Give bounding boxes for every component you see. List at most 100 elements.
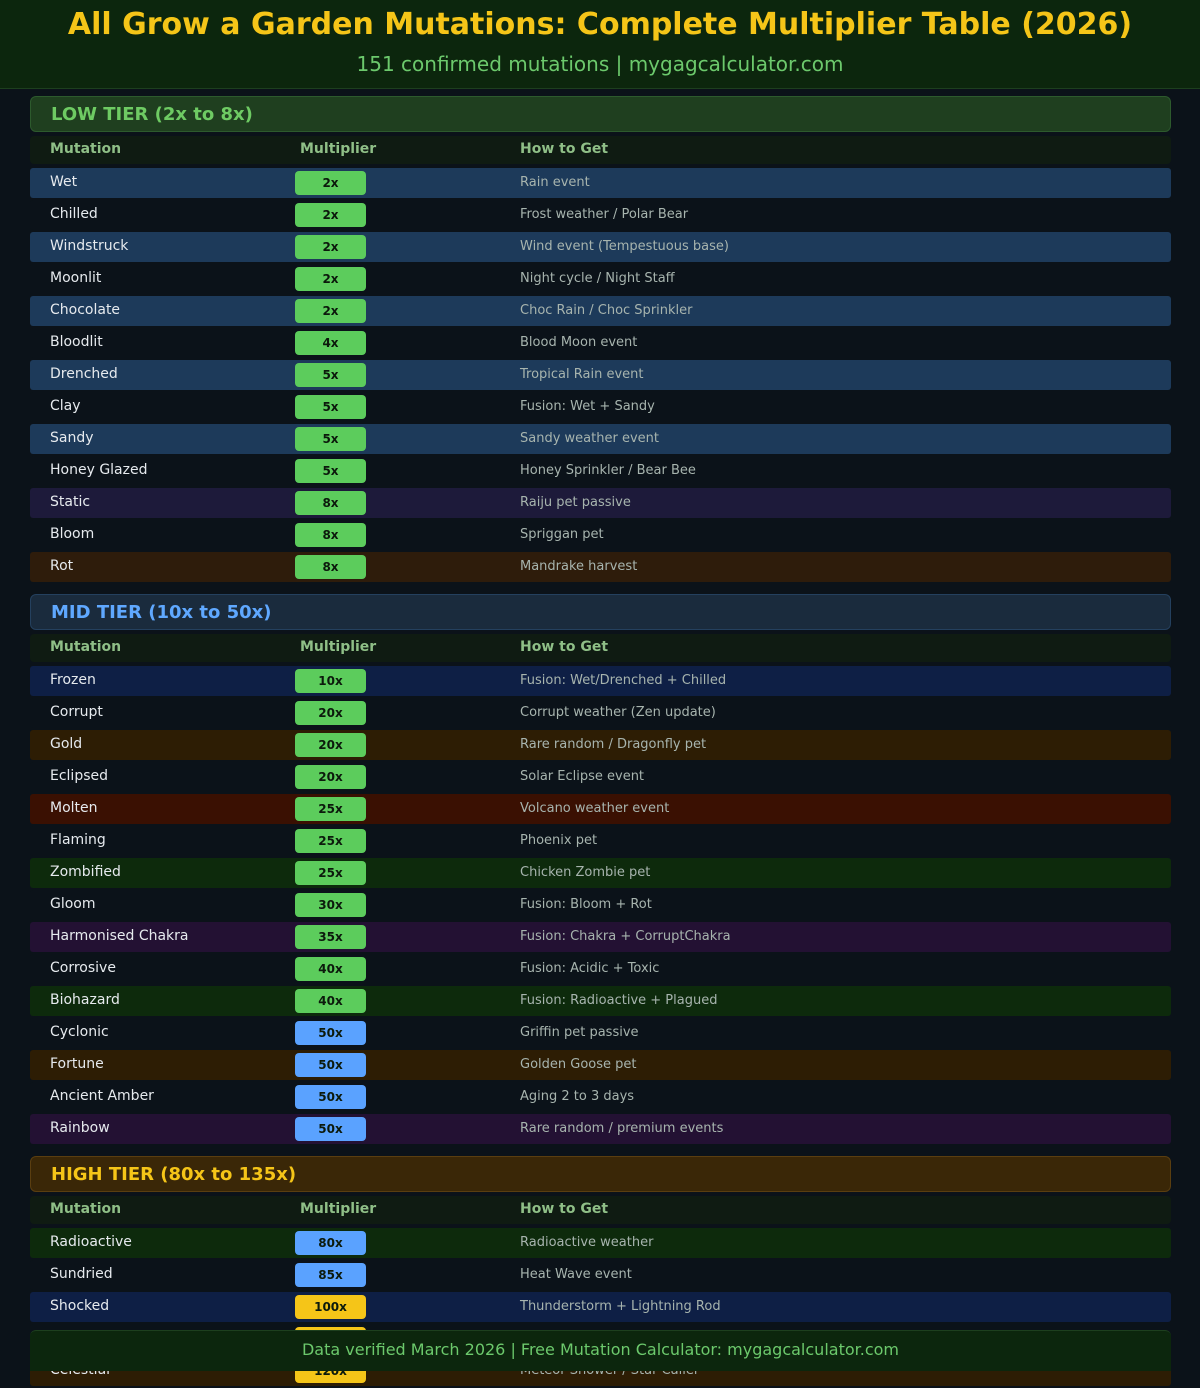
how-to-get: Heat Wave event xyxy=(520,1267,632,1282)
table-row: Chilled 2x Frost weather / Polar Bear xyxy=(30,200,1171,230)
column-header-how: How to Get xyxy=(520,141,609,157)
mutation-name: Molten xyxy=(50,800,98,816)
mutation-name: Radioactive xyxy=(50,1234,132,1250)
mutation-name: Biohazard xyxy=(50,992,120,1008)
multiplier-badge: 8x xyxy=(295,491,366,515)
how-to-get: Fusion: Chakra + CorruptChakra xyxy=(520,929,731,944)
mutation-name: Sundried xyxy=(50,1266,113,1282)
table-row: Gold 20x Rare random / Dragonfly pet xyxy=(30,730,1171,760)
multiplier-badge: 35x xyxy=(295,925,366,949)
table-row: Clay 5x Fusion: Wet + Sandy xyxy=(30,392,1171,422)
multiplier-badge: 2x xyxy=(295,203,366,227)
table-row: Drenched 5x Tropical Rain event xyxy=(30,360,1171,390)
multiplier-badge: 5x xyxy=(295,427,366,451)
multiplier-badge: 20x xyxy=(295,701,366,725)
table-row: Wet 2x Rain event xyxy=(30,168,1171,198)
table-row: Cyclonic 50x Griffin pet passive xyxy=(30,1018,1171,1048)
how-to-get: Tropical Rain event xyxy=(520,367,644,382)
multiplier-badge: 2x xyxy=(295,171,366,195)
how-to-get: Honey Sprinkler / Bear Bee xyxy=(520,463,696,478)
multiplier-badge: 85x xyxy=(295,1263,366,1287)
how-to-get: Night cycle / Night Staff xyxy=(520,271,675,286)
table-row: Biohazard 40x Fusion: Radioactive + Plague… xyxy=(30,986,1171,1016)
multiplier-badge: 30x xyxy=(295,893,366,917)
how-to-get: Aging 2 to 3 days xyxy=(520,1089,635,1104)
how-to-get: Sandy weather event xyxy=(520,431,659,446)
how-to-get: Raiju pet passive xyxy=(520,495,631,510)
page-title: All Grow a Garden Mutations: Complete Mu… xyxy=(67,7,1133,42)
mutation-name: Fortune xyxy=(50,1056,104,1072)
page-subtitle: 151 confirmed mutations | mygagcalculato… xyxy=(356,52,844,76)
multiplier-badge: 50x xyxy=(295,1085,366,1109)
multiplier-badge: 50x xyxy=(295,1053,366,1077)
multiplier-badge: 10x xyxy=(295,669,366,693)
column-header-mutation: Mutation xyxy=(50,639,122,655)
mutation-name: Eclipsed xyxy=(50,768,109,784)
how-to-get: Mandrake harvest xyxy=(520,559,638,574)
table-row: Chocolate 2x Choc Rain / Choc Sprinkler xyxy=(30,296,1171,326)
how-to-get: Choc Rain / Choc Sprinkler xyxy=(520,303,693,318)
table-row: Zombified 25x Chicken Zombie pet xyxy=(30,858,1171,888)
multiplier-badge: 5x xyxy=(295,363,366,387)
how-to-get: Fusion: Radioactive + Plagued xyxy=(520,993,718,1008)
table-row: Moonlit 2x Night cycle / Night Staff xyxy=(30,264,1171,294)
table-row: Honey Glazed 5x Honey Sprinkler / Bear Bee xyxy=(30,456,1171,486)
how-to-get: Fusion: Wet/Drenched + Chilled xyxy=(520,673,727,688)
mutation-name: Moonlit xyxy=(50,270,102,286)
table-row: Static 8x Raiju pet passive xyxy=(30,488,1171,518)
column-header-multiplier: Multiplier xyxy=(300,141,377,157)
tier-section: LOW TIER (2x to 8x) Mutation Multiplier How… xyxy=(30,96,1171,582)
table-row: Gloom 30x Fusion: Bloom + Rot xyxy=(30,890,1171,920)
table-row: Rot 8x Mandrake harvest xyxy=(30,552,1171,582)
multiplier-badge: 2x xyxy=(295,235,366,259)
how-to-get: Rare random / Dragonfly pet xyxy=(520,737,707,752)
how-to-get: Frost weather / Polar Bear xyxy=(520,207,689,222)
mutation-name: Shocked xyxy=(50,1298,110,1314)
mutation-name: Drenched xyxy=(50,366,118,382)
column-header-multiplier: Multiplier xyxy=(300,1201,377,1217)
multiplier-badge: 50x xyxy=(295,1021,366,1045)
multiplier-badge: 20x xyxy=(295,765,366,789)
mutation-name: Windstruck xyxy=(50,238,129,254)
page-header: All Grow a Garden Mutations: Complete Mu… xyxy=(0,0,1200,89)
multiplier-badge: 50x xyxy=(295,1117,366,1141)
multiplier-badge: 100x xyxy=(295,1295,366,1319)
table-row: Bloodlit 4x Blood Moon event xyxy=(30,328,1171,358)
mutation-name: Clay xyxy=(50,398,81,414)
table-row: Frozen 10x Fusion: Wet/Drenched + Chilled xyxy=(30,666,1171,696)
column-header-mutation: Mutation xyxy=(50,141,122,157)
how-to-get: Fusion: Bloom + Rot xyxy=(520,897,652,912)
tier-header: MID TIER (10x to 50x) xyxy=(30,594,1171,630)
multiplier-badge: 25x xyxy=(295,797,366,821)
multiplier-badge: 5x xyxy=(295,459,366,483)
mutation-name: Cyclonic xyxy=(50,1024,109,1040)
column-header-row: Mutation Multiplier How to Get xyxy=(30,136,1171,164)
how-to-get: Fusion: Acidic + Toxic xyxy=(520,961,660,976)
multiplier-badge: 25x xyxy=(295,829,366,853)
table-body: Frozen 10x Fusion: Wet/Drenched + Chilled C… xyxy=(30,666,1171,1144)
how-to-get: Solar Eclipse event xyxy=(520,769,645,784)
table-row: Sandy 5x Sandy weather event xyxy=(30,424,1171,454)
how-to-get: Volcano weather event xyxy=(520,801,670,816)
tier-header: LOW TIER (2x to 8x) xyxy=(30,96,1171,132)
table-row: Windstruck 2x Wind event (Tempestuous base… xyxy=(30,232,1171,262)
multiplier-badge: 80x xyxy=(295,1231,366,1255)
column-header-row: Mutation Multiplier How to Get xyxy=(30,1196,1171,1224)
multiplier-badge: 5x xyxy=(295,395,366,419)
mutation-name: Corrupt xyxy=(50,704,103,720)
table-row: Shocked 100x Thunderstorm + Lightning Rod xyxy=(30,1292,1171,1322)
mutation-tables: LOW TIER (2x to 8x) Mutation Multiplier How… xyxy=(30,96,1171,1388)
multiplier-badge: 2x xyxy=(295,267,366,291)
how-to-get: Rare random / premium events xyxy=(520,1121,724,1136)
how-to-get: Fusion: Wet + Sandy xyxy=(520,399,655,414)
table-row: Harmonised Chakra 35x Fusion: Chakra + Cor… xyxy=(30,922,1171,952)
mutation-name: Chilled xyxy=(50,206,98,222)
how-to-get: Rain event xyxy=(520,175,590,190)
tier-section: MID TIER (10x to 50x) Mutation Multiplier H… xyxy=(30,594,1171,1144)
mutation-name: Flaming xyxy=(50,832,106,848)
mutation-name: Sandy xyxy=(50,430,94,446)
how-to-get: Corrupt weather (Zen update) xyxy=(520,705,716,720)
table-row: Corrupt 20x Corrupt weather (Zen update) xyxy=(30,698,1171,728)
